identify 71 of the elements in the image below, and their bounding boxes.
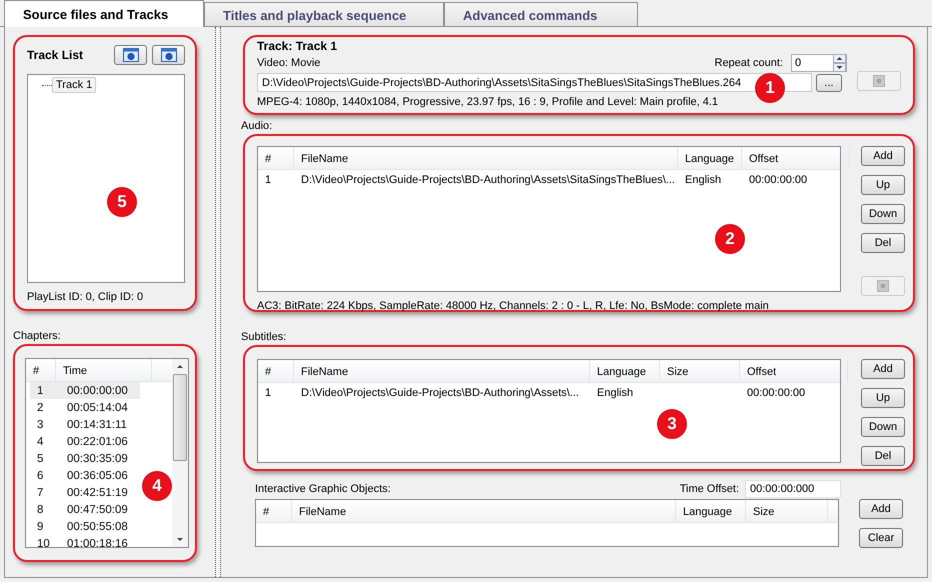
table-cell-text: English xyxy=(684,174,722,186)
audio-info: AC3: BitRate: 224 Kbps, SampleRate: 48000 Hz, Channels: 2 : 0 - L, R, Lfe: No, BsMode: complete main xyxy=(257,300,770,312)
chapter-row[interactable]: 9 00:50:55:08 xyxy=(30,518,140,535)
column-header[interactable]: Offset xyxy=(740,360,848,382)
chapter-row[interactable]: 2 00:05:14:04 xyxy=(30,399,140,416)
audio-label: Audio: xyxy=(241,119,274,133)
table-cell-text: 1 xyxy=(264,387,272,399)
chapter-row[interactable]: 1 00:00:00:00 xyxy=(30,382,140,399)
audio-button[interactable]: Add xyxy=(861,146,905,166)
column-header[interactable]: FileName xyxy=(294,360,590,382)
chapter-row[interactable]: 8 00:47:50:09 xyxy=(30,501,140,518)
help-icon xyxy=(160,48,176,62)
chapters-label: Chapters: xyxy=(13,329,62,343)
tab[interactable]: Source files and Tracks xyxy=(4,0,204,27)
tab[interactable]: Advanced commands xyxy=(444,2,638,26)
column-header[interactable]: FileName xyxy=(294,147,678,169)
scrollbar[interactable] xyxy=(172,359,188,547)
igo-button[interactable]: Clear xyxy=(859,528,903,548)
column-header[interactable]: # xyxy=(258,360,294,382)
chapter-row[interactable]: 4 00:22:01:06 xyxy=(30,433,140,450)
help-icon xyxy=(877,280,889,292)
help-icon xyxy=(873,75,885,87)
column-header[interactable]: Language xyxy=(676,500,746,522)
column-header[interactable]: Time xyxy=(56,359,152,381)
chapter-row[interactable]: 5 00:30:35:09 xyxy=(30,450,140,467)
chapter-row[interactable]: 3 00:14:31:11 xyxy=(30,416,140,433)
time-offset-label: Time Offset: xyxy=(680,483,739,495)
table-cell-text: 00:00:00:00 xyxy=(746,387,806,399)
column-header[interactable]: Size xyxy=(660,360,740,382)
chapter-row[interactable]: 6 00:36:05:06 xyxy=(30,467,140,484)
column-header[interactable]: Language xyxy=(590,360,660,382)
repeat-count-label: Repeat count: xyxy=(714,57,783,69)
audio-button[interactable]: Up xyxy=(861,175,905,195)
igo-button[interactable]: Add xyxy=(859,499,903,519)
help-icon xyxy=(122,48,138,62)
column-header[interactable]: # xyxy=(258,147,294,169)
audio-button[interactable]: Down xyxy=(861,204,905,224)
repeat-count-field[interactable]: 0 xyxy=(791,54,847,72)
column-header[interactable]: FileName xyxy=(292,500,676,522)
spinner-arrows-icon xyxy=(833,54,846,72)
tree-item[interactable]: Track 1 xyxy=(52,77,96,93)
column-header[interactable]: Size xyxy=(746,500,828,522)
ids-label: PlayList ID: 0, Clip ID: 0 xyxy=(27,291,144,303)
subtitles-button[interactable]: Up xyxy=(861,388,905,408)
tab[interactable]: Titles and playback sequence xyxy=(204,2,444,26)
subtitles-label: Subtitles: xyxy=(241,330,288,344)
igo-label: Interactive Graphic Objects: xyxy=(255,483,391,495)
time-offset-field[interactable]: 00:00:00:000 xyxy=(745,480,841,498)
chapter-row[interactable]: 10 01:00:18:16 xyxy=(30,535,140,547)
chapter-row[interactable]: 7 00:42:51:19 xyxy=(30,484,140,501)
table-cell-text: 1 xyxy=(264,174,272,186)
help-button[interactable] xyxy=(114,45,147,65)
column-header[interactable]: # xyxy=(256,500,292,522)
help-button[interactable] xyxy=(152,45,185,65)
table-cell-text: D:\Video\Projects\Guide-Projects\BD-Authoring\Assets\SitaSingsTheBlues\... xyxy=(300,174,676,186)
video-label: Video: Movie xyxy=(257,57,320,69)
column-header[interactable]: Offset xyxy=(742,147,850,169)
callout-number: 1 xyxy=(755,73,785,103)
subtitles-button[interactable]: Add xyxy=(861,359,905,379)
track-title: Track: Track 1 xyxy=(257,39,338,53)
browse-button[interactable]: ... xyxy=(816,74,842,92)
track-list-title: Track List xyxy=(27,48,84,62)
table-cell-text: English xyxy=(596,387,634,399)
audio-button[interactable]: Del xyxy=(861,233,905,253)
column-header[interactable]: Language xyxy=(678,147,742,169)
video-info: MPEG-4: 1080p, 1440x1084, Progressive, 23.97 fps, 16 : 9, Profile and Level: Main profile, 4.1 xyxy=(257,96,720,108)
table-cell-text: 00:00:00:00 xyxy=(748,174,808,186)
column-header[interactable]: # xyxy=(26,359,56,381)
subtitles-button[interactable]: Del xyxy=(861,446,905,466)
subtitles-button[interactable]: Down xyxy=(861,417,905,437)
table-cell-text: D:\Video\Projects\Guide-Projects\BD-Authoring\Assets\... xyxy=(300,387,580,399)
